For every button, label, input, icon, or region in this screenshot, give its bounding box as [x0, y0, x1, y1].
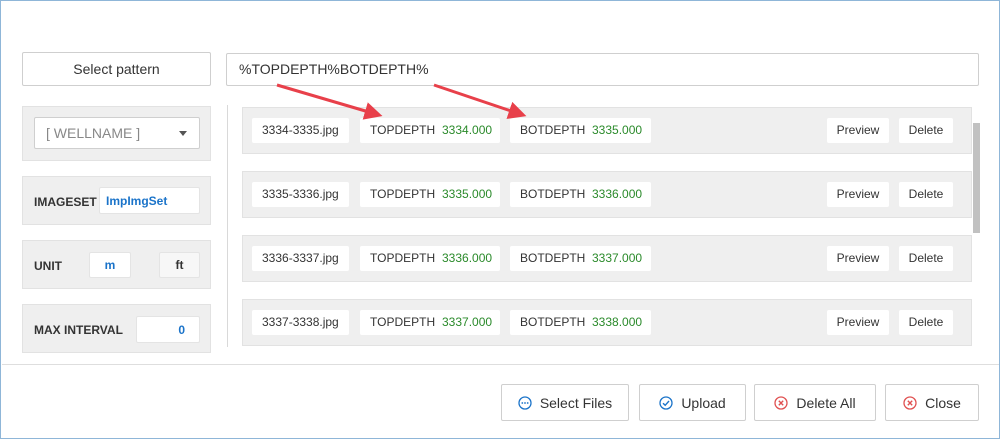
bot-depth-value: 3337.000: [592, 251, 643, 265]
bot-depth-label: BOTDEPTH: [520, 123, 586, 137]
top-depth-label: TOPDEPTH: [370, 123, 436, 137]
upload-button[interactable]: Upload: [639, 384, 746, 421]
top-depth-label: TOPDEPTH: [370, 251, 436, 265]
close-label: Close: [925, 394, 961, 411]
close-button[interactable]: Close: [885, 384, 979, 421]
bot-depth-cell: BOTDEPTH 3335.000: [510, 118, 651, 143]
top-depth-value: 3335.000: [442, 187, 493, 201]
bot-depth-label: BOTDEPTH: [520, 315, 586, 329]
top-depth-label: TOPDEPTH: [370, 315, 436, 329]
preview-button[interactable]: Preview: [827, 118, 889, 143]
preview-button[interactable]: Preview: [827, 182, 889, 207]
top-depth-cell: TOPDEPTH 3334.000: [360, 118, 500, 143]
file-name: 3335-3336.jpg: [252, 182, 349, 207]
bot-depth-cell: BOTDEPTH 3338.000: [510, 310, 651, 335]
delete-all-label: Delete All: [796, 394, 856, 411]
select-files-label: Select Files: [539, 394, 613, 411]
file-row: 3334-3335.jpg TOPDEPTH 3334.000 BOTDEPTH…: [242, 107, 972, 154]
bot-depth-value: 3338.000: [592, 315, 643, 329]
delete-all-button[interactable]: Delete All: [754, 384, 876, 421]
top-depth-label: TOPDEPTH: [370, 187, 436, 201]
file-name: 3336-3337.jpg: [252, 246, 349, 271]
max-interval-input[interactable]: 0: [136, 316, 200, 343]
max-interval-label: MAX INTERVAL: [34, 323, 123, 337]
pattern-input[interactable]: %TOPDEPTH%BOTDEPTH%: [226, 53, 979, 86]
top-depth-value: 3334.000: [442, 123, 493, 137]
imageset-panel: IMAGESET ImpImgSet: [22, 176, 211, 225]
bot-depth-cell: BOTDEPTH 3336.000: [510, 182, 651, 207]
footer-divider: [2, 364, 999, 365]
file-name: 3334-3335.jpg: [252, 118, 349, 143]
file-name: 3337-3338.jpg: [252, 310, 349, 335]
delete-button[interactable]: Delete: [899, 310, 953, 335]
top-depth-cell: TOPDEPTH 3336.000: [360, 246, 500, 271]
top-depth-value: 3336.000: [442, 251, 493, 265]
bot-depth-label: BOTDEPTH: [520, 187, 586, 201]
wellname-dropdown[interactable]: [ WELLNAME ]: [34, 117, 200, 149]
bot-depth-value: 3335.000: [592, 123, 643, 137]
bot-depth-label: BOTDEPTH: [520, 251, 586, 265]
unit-option-ft-label: ft: [175, 258, 184, 272]
upload-images-dialog: Select pattern %TOPDEPTH%BOTDEPTH% [ WEL…: [0, 0, 1000, 439]
file-row: 3336-3337.jpg TOPDEPTH 3336.000 BOTDEPTH…: [242, 235, 972, 282]
preview-button[interactable]: Preview: [827, 310, 889, 335]
select-files-button[interactable]: Select Files: [501, 384, 629, 421]
x-circle-icon: [903, 395, 917, 410]
imageset-field[interactable]: ImpImgSet: [99, 187, 200, 214]
check-circle-icon: [659, 395, 673, 410]
unit-option-m-label: m: [104, 258, 116, 272]
unit-panel: UNIT m ft: [22, 240, 211, 289]
imageset-value: ImpImgSet: [106, 193, 168, 208]
top-depth-cell: TOPDEPTH 3335.000: [360, 182, 500, 207]
top-depth-value: 3337.000: [442, 315, 493, 329]
unit-option-ft[interactable]: ft: [159, 252, 200, 278]
bot-depth-value: 3336.000: [592, 187, 643, 201]
list-scrollbar[interactable]: [973, 123, 980, 233]
delete-button[interactable]: Delete: [899, 118, 953, 143]
chevron-down-icon: [179, 131, 187, 136]
wellname-value: [ WELLNAME ]: [46, 125, 141, 141]
wellname-panel: [ WELLNAME ]: [22, 106, 211, 161]
unit-option-m[interactable]: m: [89, 252, 131, 278]
file-row: 3335-3336.jpg TOPDEPTH 3335.000 BOTDEPTH…: [242, 171, 972, 218]
delete-button[interactable]: Delete: [899, 182, 953, 207]
select-pattern-button[interactable]: Select pattern: [22, 52, 211, 86]
unit-label: UNIT: [34, 259, 62, 273]
x-circle-icon: [774, 395, 789, 410]
imageset-label: IMAGESET: [34, 195, 97, 209]
panel-divider: [227, 105, 228, 347]
max-interval-panel: MAX INTERVAL 0: [22, 304, 211, 353]
upload-label: Upload: [681, 394, 726, 411]
ellipsis-circle-icon: [518, 395, 532, 410]
file-row: 3337-3338.jpg TOPDEPTH 3337.000 BOTDEPTH…: [242, 299, 972, 346]
delete-button[interactable]: Delete: [899, 246, 953, 271]
preview-button[interactable]: Preview: [827, 246, 889, 271]
max-interval-value: 0: [178, 322, 185, 337]
bot-depth-cell: BOTDEPTH 3337.000: [510, 246, 651, 271]
top-depth-cell: TOPDEPTH 3337.000: [360, 310, 500, 335]
